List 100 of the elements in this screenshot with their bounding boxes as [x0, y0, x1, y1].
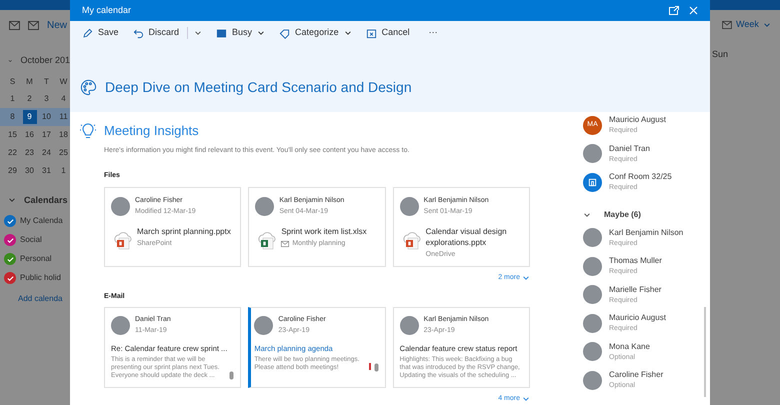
- chevron-down-icon: [522, 274, 530, 282]
- collapse-chevron-icon: [8, 196, 16, 204]
- person-avatar: [583, 256, 602, 276]
- view-switcher[interactable]: Week: [710, 18, 780, 32]
- calendar-day[interactable]: 29: [6, 164, 20, 178]
- undo-icon: [132, 28, 144, 38]
- app-header-bar: [710, 0, 780, 10]
- chevron-down-icon: [194, 29, 202, 37]
- calendar-day[interactable]: 1: [6, 92, 20, 106]
- calendar-checkbox[interactable]: [4, 234, 16, 246]
- weekday-label: S: [8, 76, 16, 88]
- chevron-down-icon: [344, 29, 352, 37]
- calendar-day[interactable]: 10: [40, 110, 54, 124]
- month-label: October 201: [20, 54, 70, 67]
- app-header-bar: [0, 0, 70, 10]
- calendar-x-icon: [366, 28, 377, 38]
- person-avatar: [111, 316, 130, 335]
- calendar-day[interactable]: 31: [40, 164, 54, 178]
- attendee-name: Mauricio August: [609, 312, 666, 324]
- attendee-name: Marielle Fisher: [609, 284, 662, 296]
- calendar-day[interactable]: 1: [56, 164, 70, 178]
- person-avatar: [583, 228, 602, 248]
- chevron-down-icon: [257, 29, 266, 37]
- discard-button[interactable]: Discard: [132, 26, 180, 40]
- categorize-button[interactable]: Categorize: [279, 26, 352, 40]
- attendee-name: Conf Room 32/25: [609, 171, 672, 183]
- person-avatar: [583, 342, 602, 362]
- tag-icon: [279, 28, 290, 38]
- calendar-day[interactable]: 30: [22, 164, 36, 178]
- dropdown-button[interactable]: [187, 27, 202, 39]
- person-avatar: [400, 197, 419, 216]
- person-avatar: [583, 144, 602, 164]
- mail-icon: [722, 20, 732, 29]
- file-name: March sprint planning.pptx: [137, 226, 231, 236]
- calendar-day[interactable]: 18: [56, 128, 70, 142]
- person-avatar: [254, 316, 274, 335]
- calendar-day[interactable]: 3: [40, 92, 54, 106]
- new-label[interactable]: New: [47, 18, 68, 32]
- group-header[interactable]: Maybe (6): [583, 208, 710, 220]
- person-avatar: [583, 314, 602, 333]
- attendee-name: Karl Benjamin Nilson: [609, 226, 684, 238]
- room-avatar: [583, 172, 602, 192]
- calendar-checkbox[interactable]: [4, 253, 16, 265]
- busy-button[interactable]: Busy: [216, 26, 266, 40]
- calendar-day[interactable]: 17: [40, 128, 54, 142]
- calendar-name[interactable]: My Calenda: [20, 215, 63, 227]
- person-avatar: [583, 370, 602, 390]
- mail-icon: [28, 20, 39, 30]
- calendar-name[interactable]: Public holid: [20, 272, 61, 284]
- window-title: My calendar: [82, 4, 132, 17]
- calendar-name[interactable]: Personal: [20, 253, 52, 265]
- person-avatar: [111, 197, 130, 216]
- mail-icon: [9, 20, 20, 30]
- section-title: Meeting Insights: [104, 122, 199, 140]
- calendar-checkbox[interactable]: [4, 215, 16, 227]
- calendar-day[interactable]: 25: [56, 146, 70, 160]
- weekday-label: M: [25, 76, 34, 88]
- calendar-day[interactable]: 23: [22, 146, 36, 160]
- add-calendar-link[interactable]: Add calenda: [4, 293, 62, 305]
- lightbulb-icon: [80, 122, 96, 140]
- calendar-checkbox[interactable]: [4, 272, 16, 284]
- calendar-day[interactable]: 22: [6, 146, 20, 160]
- person-avatar: [583, 285, 602, 304]
- calendars-heading: Calendars: [24, 194, 68, 206]
- calendar-name[interactable]: Social: [20, 234, 42, 246]
- palette-icon: [80, 79, 97, 96]
- pop-out-icon[interactable]: [669, 6, 679, 15]
- expand-chevron-icon: [583, 210, 591, 218]
- day-header: Sun: [711, 48, 728, 60]
- scrollbar-thumb[interactable]: [704, 307, 706, 397]
- calendar-day[interactable]: 24: [40, 146, 54, 160]
- weekday-label: W: [58, 76, 68, 88]
- attendee-name: Mona Kane: [609, 340, 650, 352]
- checkmark-icon: [6, 218, 14, 224]
- person-avatar: [255, 197, 274, 216]
- save-button[interactable]: Save: [82, 26, 119, 40]
- calendar-day[interactable]: 16: [22, 128, 36, 142]
- person-avatar: [400, 316, 419, 335]
- attendee-name: Daniel Tran: [609, 142, 650, 154]
- close-icon[interactable]: [689, 6, 698, 15]
- checkmark-icon: [6, 236, 14, 244]
- status-bar-icon: [216, 28, 228, 38]
- calendar-day[interactable]: 4: [56, 92, 70, 106]
- calendar-day[interactable]: 11: [56, 110, 70, 124]
- chevron-down-icon: [522, 395, 530, 403]
- pencil-icon: [82, 28, 93, 38]
- calendar-day[interactable]: 15: [6, 128, 20, 142]
- event-title: Deep Dive on Meeting Card Scenario and Design: [105, 78, 412, 97]
- attendee-name: Thomas Muller: [609, 255, 662, 267]
- mail-icon: [281, 240, 290, 247]
- calendar-day[interactable]: 9: [22, 110, 36, 124]
- checkmark-icon: [6, 274, 14, 282]
- weekday-label: T: [43, 76, 50, 88]
- calendar-day[interactable]: 8: [6, 110, 20, 124]
- file-name: Calendar visual design explorations.pptx: [426, 226, 508, 248]
- file-name: Sprint work item list.xlsx: [281, 226, 367, 236]
- calendar-day[interactable]: 2: [22, 92, 36, 106]
- more-button[interactable]: ···: [424, 26, 438, 40]
- cancel-button[interactable]: Cancel: [366, 26, 410, 40]
- chevron-down-icon: [762, 20, 771, 29]
